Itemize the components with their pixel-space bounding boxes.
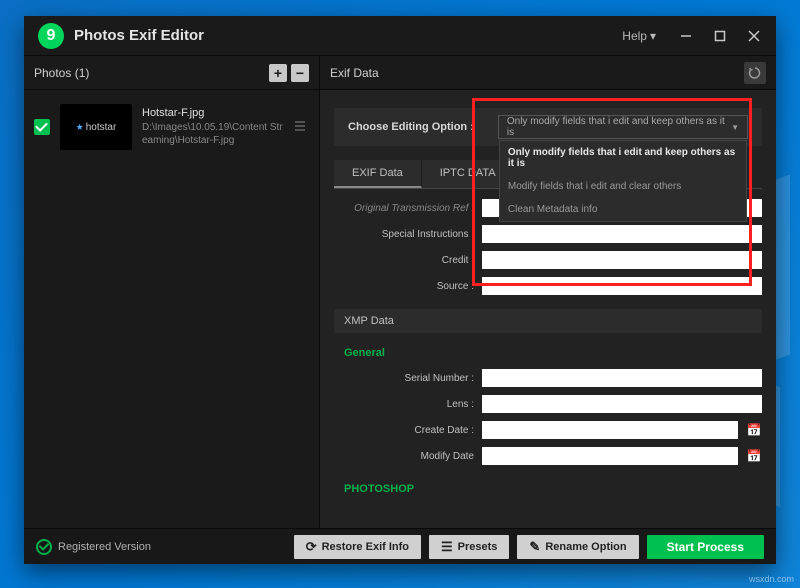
group-photoshop: PHOTOSHOP: [344, 483, 762, 495]
dropdown-menu: Only modify fields that i edit and keep …: [499, 140, 747, 222]
start-process-button[interactable]: Start Process: [647, 535, 764, 559]
dropdown-option[interactable]: Clean Metadata info: [500, 198, 746, 221]
field-label: Serial Number :: [334, 373, 474, 384]
add-photo-button[interactable]: +: [269, 64, 287, 82]
field-row: Source :: [334, 273, 762, 299]
list-icon: [293, 119, 309, 135]
chevron-down-icon: ▾: [650, 29, 656, 43]
photos-panel-title: Photos (1): [34, 66, 265, 80]
modify-date-input[interactable]: [482, 447, 738, 465]
dropdown-option[interactable]: Modify fields that i edit and clear othe…: [500, 175, 746, 198]
lens-input[interactable]: [482, 395, 762, 413]
refresh-icon: ⟳: [306, 540, 317, 553]
registered-status: Registered Version: [36, 539, 286, 555]
restore-exif-button[interactable]: ⟳Restore Exif Info: [294, 535, 421, 559]
photo-thumbnail: hotstar: [60, 104, 132, 150]
photo-filepath: D:\Images\10.05.19\Content Streaming\Hot…: [142, 121, 283, 147]
pencil-icon: ✎: [529, 540, 540, 553]
rename-option-button[interactable]: ✎Rename Option: [517, 535, 638, 559]
photo-filename: Hotstar-F.jpg: [142, 107, 283, 119]
field-label: Lens :: [334, 399, 474, 410]
field-row: Special Instructions :: [334, 221, 762, 247]
calendar-icon[interactable]: 📅: [746, 422, 762, 438]
close-button[interactable]: [740, 22, 768, 50]
chevron-down-icon: ▼: [731, 123, 739, 132]
watermark: wsxdn.com: [749, 574, 794, 584]
footer: Registered Version ⟳Restore Exif Info ☰P…: [24, 528, 776, 564]
app-window: Photos Exif Editor Help ▾ Photos (1) + −…: [24, 16, 776, 564]
exif-panel-title: Exif Data: [330, 66, 744, 80]
maximize-button[interactable]: [706, 22, 734, 50]
field-label: Credit :: [334, 255, 474, 266]
field-row: Serial Number :: [334, 365, 762, 391]
help-menu[interactable]: Help ▾: [622, 29, 656, 43]
refresh-button[interactable]: [744, 62, 766, 84]
field-label: Create Date :: [334, 425, 474, 436]
field-row: Lens :: [334, 391, 762, 417]
editing-option-dropdown[interactable]: Only modify fields that i edit and keep …: [498, 115, 748, 139]
field-row: Credit :: [334, 247, 762, 273]
tab-exif[interactable]: EXIF Data: [334, 160, 422, 188]
titlebar: Photos Exif Editor Help ▾: [24, 16, 776, 56]
editing-option-label: Choose Editing Option :: [348, 121, 474, 133]
field-label: Original Transmission Ref :: [334, 203, 474, 214]
presets-button[interactable]: ☰Presets: [429, 535, 509, 559]
app-logo-icon: [38, 23, 64, 49]
field-label: Modify Date: [334, 451, 474, 462]
sliders-icon: ☰: [441, 540, 453, 553]
field-input[interactable]: [482, 251, 762, 269]
field-row: Modify Date 📅: [334, 443, 762, 469]
photo-checkbox[interactable]: [34, 119, 50, 135]
check-circle-icon: [36, 539, 52, 555]
exif-panel: Exif Data Choose Editing Option : Only m…: [320, 56, 776, 528]
field-input[interactable]: [482, 225, 762, 243]
create-date-input[interactable]: [482, 421, 738, 439]
photos-panel: Photos (1) + − hotstar Hotstar-F.jpg D:\…: [24, 56, 320, 528]
field-label: Source :: [334, 281, 474, 292]
group-general: General: [344, 347, 762, 359]
calendar-icon[interactable]: 📅: [746, 448, 762, 464]
app-title: Photos Exif Editor: [74, 27, 622, 44]
field-input[interactable]: [482, 277, 762, 295]
field-row: Create Date : 📅: [334, 417, 762, 443]
xmp-section-header: XMP Data: [334, 309, 762, 333]
editing-option-row: Choose Editing Option : Only modify fiel…: [334, 108, 762, 146]
dropdown-option[interactable]: Only modify fields that i edit and keep …: [500, 141, 746, 175]
minimize-button[interactable]: [672, 22, 700, 50]
remove-photo-button[interactable]: −: [291, 64, 309, 82]
photo-list-item[interactable]: hotstar Hotstar-F.jpg D:\Images\10.05.19…: [24, 90, 319, 164]
serial-number-input[interactable]: [482, 369, 762, 387]
field-label: Special Instructions :: [334, 229, 474, 240]
